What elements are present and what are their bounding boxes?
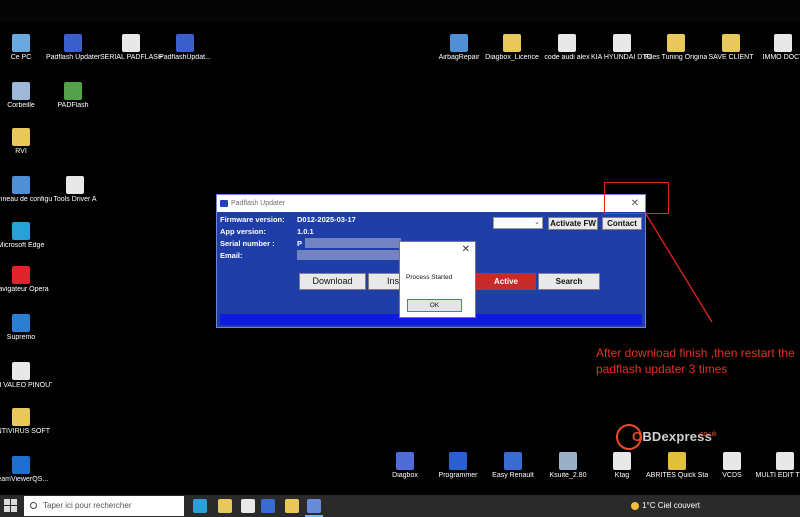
updater-taskbar-icon[interactable] xyxy=(307,499,321,513)
start-pane xyxy=(4,499,10,505)
windows-start-icon[interactable] xyxy=(4,499,18,513)
folder-taskbar-icon[interactable] xyxy=(285,499,299,513)
taskbar-search-placeholder: Taper ici pour rechercher xyxy=(43,501,132,510)
padflash-taskbar-icon[interactable] xyxy=(241,499,255,513)
explorer-taskbar-icon[interactable] xyxy=(218,499,232,513)
start-pane xyxy=(11,499,17,505)
weather-widget[interactable]: 1°C Ciel couvert xyxy=(631,495,700,517)
taskbar-search-box[interactable]: Taper ici pour rechercher xyxy=(24,496,184,516)
taskbar: Taper ici pour rechercher 1°C Ciel couve… xyxy=(0,495,800,517)
start-pane xyxy=(11,506,17,512)
start-pane xyxy=(4,506,10,512)
weather-icon xyxy=(631,501,640,510)
annotation-text: After download finish ,then restart the … xyxy=(596,346,795,376)
weather-text: 1°C Ciel couvert xyxy=(642,501,700,510)
watermark-domain: .co.uk xyxy=(698,431,717,438)
edge-taskbar-icon[interactable] xyxy=(193,499,207,513)
search-icon xyxy=(30,502,37,509)
watermark-o: O xyxy=(632,429,643,444)
teamviewer-taskbar-icon[interactable] xyxy=(261,499,275,513)
obdexpress-watermark: OBDexpress .co.uk xyxy=(614,424,754,450)
